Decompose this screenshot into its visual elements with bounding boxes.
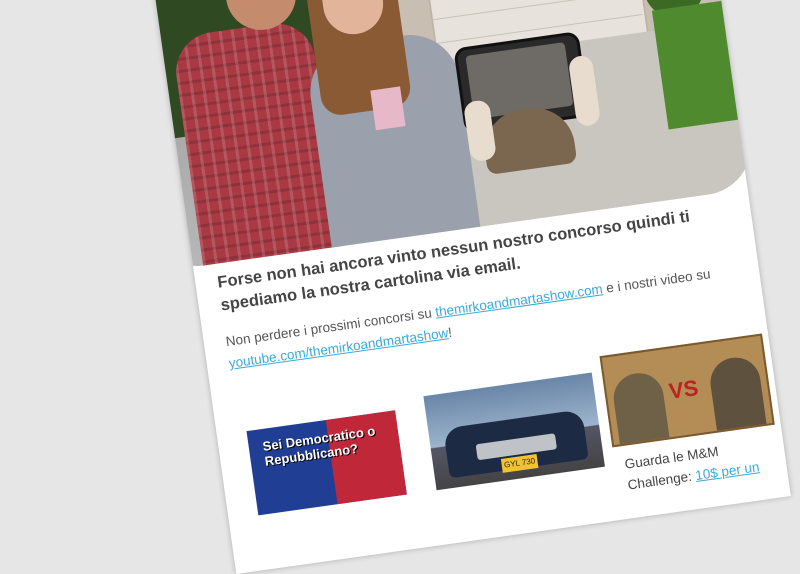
intro-text-middle: e i nostri video su <box>601 266 712 297</box>
website-link[interactable]: themirkoandmartashow.com <box>434 281 603 319</box>
politics-thumbnail[interactable]: Sei Democratico o Repubblicano? <box>246 410 407 516</box>
challenge-link[interactable]: 10$ per un <box>694 459 760 483</box>
car-thumbnail[interactable]: GYL 730 <box>423 372 605 491</box>
vs-label: VS <box>667 374 700 404</box>
email-card: Forse non hai ancora vinto nessun nostro… <box>150 0 791 574</box>
intro-text-after: ! <box>447 324 453 341</box>
challenge-thumbnail[interactable]: VS <box>599 333 775 448</box>
tile-challenge[interactable]: VS Guarda le M&M Challenge: 10$ per un <box>599 333 775 493</box>
